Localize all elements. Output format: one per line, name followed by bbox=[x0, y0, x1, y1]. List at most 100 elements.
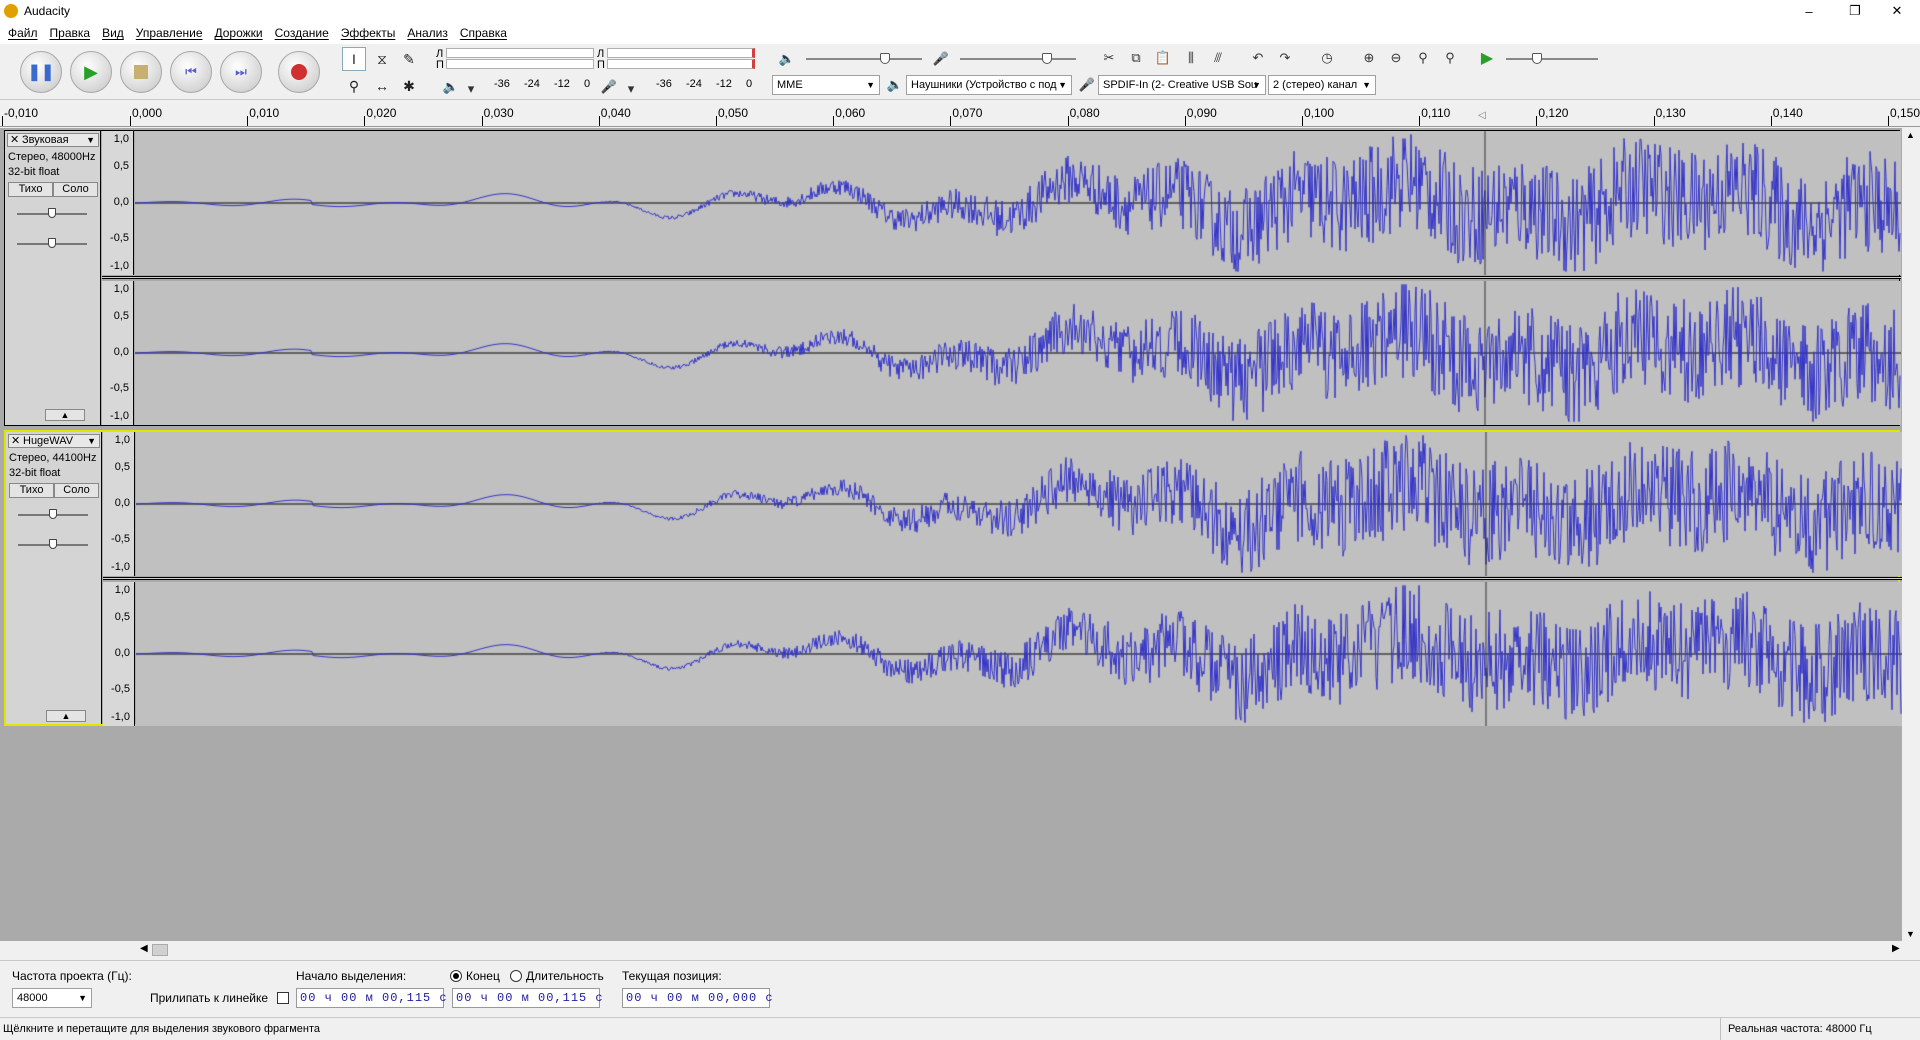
gain-thumb[interactable] bbox=[48, 208, 56, 218]
copy-icon[interactable]: ⧉ bbox=[1125, 47, 1147, 69]
close-track-icon[interactable]: ✕ bbox=[10, 134, 19, 146]
recording-meter-left[interactable] bbox=[446, 48, 594, 58]
scroll-up-icon[interactable]: ▲ bbox=[1906, 130, 1915, 140]
timeline-ruler[interactable]: -0,010 0,000 0,010 0,020 0,030 0,040 0,050 0,06… bbox=[0, 101, 1920, 127]
fit-selection-icon[interactable]: ⚲ bbox=[1412, 47, 1434, 69]
playback-meter-right[interactable] bbox=[607, 59, 755, 69]
waveform-canvas[interactable] bbox=[135, 131, 1901, 275]
audio-host-select[interactable]: MME ▼ bbox=[772, 75, 880, 95]
input-device-select[interactable]: SPDIF-In (2- Creative USB Sou ▼ bbox=[1098, 75, 1266, 95]
menu-view[interactable]: Вид bbox=[96, 26, 130, 40]
pan-thumb[interactable] bbox=[49, 539, 57, 549]
playhead-marker-icon[interactable]: ◁ bbox=[1478, 110, 1486, 121]
end-radio[interactable] bbox=[450, 970, 462, 982]
output-device-select[interactable]: Наушники (Устройство с под ▼ bbox=[906, 75, 1072, 95]
maximize-button[interactable]: ❐ bbox=[1832, 0, 1878, 22]
skip-start-button[interactable]: ⏮ bbox=[170, 51, 212, 93]
selection-end-field[interactable]: 00 ч 00 м 00,115 с bbox=[452, 988, 603, 1008]
menu-file[interactable]: Файл bbox=[2, 26, 44, 40]
playback-meter-left[interactable] bbox=[607, 48, 755, 58]
waveform-channel[interactable] bbox=[135, 131, 1901, 275]
sync-lock-icon[interactable]: ◷ bbox=[1316, 47, 1338, 69]
audio-track[interactable]: ✕ HugeWAV ▼ Стерео, 44100Hz 32-bit float Тихо… bbox=[4, 430, 1902, 726]
input-channels-select[interactable]: 2 (стерео) канал ▼ bbox=[1268, 75, 1376, 95]
length-radio[interactable] bbox=[510, 970, 522, 982]
close-button[interactable]: ✕ bbox=[1874, 0, 1920, 22]
vertical-scrollbar[interactable]: ▲ ▼ bbox=[1902, 128, 1920, 941]
trim-icon[interactable]: ⫼ bbox=[1180, 47, 1202, 69]
track-control-panel[interactable]: ✕ Звуковая ▼ Стерео, 48000Hz 32-bit float Тих… bbox=[5, 131, 101, 425]
minimize-button[interactable]: – bbox=[1786, 0, 1832, 22]
waveform-canvas[interactable] bbox=[136, 432, 1902, 576]
selection-tool[interactable]: I bbox=[342, 47, 366, 71]
project-rate-select[interactable]: 48000 ▼ bbox=[12, 988, 92, 1008]
menu-generate[interactable]: Создание bbox=[269, 26, 335, 40]
solo-button[interactable]: Соло bbox=[54, 483, 99, 498]
input-volume-slider[interactable] bbox=[960, 58, 1076, 60]
output-volume-slider[interactable] bbox=[806, 58, 922, 60]
waveform-channel[interactable] bbox=[136, 582, 1902, 726]
paste-icon[interactable]: 📋 bbox=[1152, 47, 1174, 69]
audio-track[interactable]: ✕ Звуковая ▼ Стерео, 48000Hz 32-bit float Тих… bbox=[4, 130, 1901, 426]
horizontal-scrollbar[interactable]: ◀ ▶ bbox=[0, 941, 1920, 959]
waveform-channel[interactable] bbox=[136, 432, 1902, 576]
track-control-panel[interactable]: ✕ HugeWAV ▼ Стерео, 44100Hz 32-bit float Тихо… bbox=[6, 432, 102, 724]
draw-tool[interactable]: ✎ bbox=[397, 47, 421, 71]
play-meter-menu-icon[interactable]: ▾ bbox=[460, 78, 482, 100]
output-volume-thumb[interactable] bbox=[880, 53, 890, 64]
menu-edit[interactable]: Правка bbox=[44, 26, 97, 40]
collapse-track-button[interactable]: ▲ bbox=[46, 710, 86, 722]
gain-thumb[interactable] bbox=[49, 509, 57, 519]
fit-project-icon[interactable]: ⚲ bbox=[1439, 47, 1461, 69]
waveform-channel[interactable] bbox=[135, 281, 1901, 425]
track-name-menu[interactable]: ✕ HugeWAV ▼ bbox=[8, 434, 100, 448]
skip-end-button[interactable]: ⏭ bbox=[220, 51, 262, 93]
selection-start-field[interactable]: 00 ч 00 м 00,115 с bbox=[296, 988, 447, 1008]
input-volume-thumb[interactable] bbox=[1042, 53, 1052, 64]
waveform-canvas[interactable] bbox=[136, 582, 1902, 726]
menu-transport[interactable]: Управление bbox=[130, 26, 209, 40]
rec-meter-menu-icon[interactable]: ▾ bbox=[620, 78, 642, 100]
scroll-down-icon[interactable]: ▼ bbox=[1906, 929, 1915, 939]
amplitude-scale[interactable]: 1,0 0,5 0,0 -0,5 -1,0 bbox=[102, 131, 134, 275]
envelope-tool[interactable]: ⧖ bbox=[370, 47, 394, 71]
scroll-left-icon[interactable]: ◀ bbox=[140, 943, 148, 954]
amplitude-scale[interactable]: 1,0 0,5 0,0 -0,5 -1,0 bbox=[103, 432, 135, 576]
track-area[interactable]: ✕ Звуковая ▼ Стерео, 48000Hz 32-bit float Тих… bbox=[0, 128, 1902, 941]
audio-position-field[interactable]: 00 ч 00 м 00,000 с bbox=[622, 988, 773, 1008]
multi-tool[interactable]: ✱ bbox=[397, 74, 421, 98]
collapse-track-button[interactable]: ▲ bbox=[45, 409, 85, 421]
undo-icon[interactable]: ↶ bbox=[1247, 47, 1269, 69]
silence-icon[interactable]: ⫻ bbox=[1207, 47, 1229, 69]
record-button[interactable] bbox=[278, 51, 320, 93]
play-speed-slider[interactable] bbox=[1506, 58, 1598, 60]
track-name-menu[interactable]: ✕ Звуковая ▼ bbox=[7, 133, 99, 147]
snap-to-checkbox[interactable] bbox=[277, 992, 289, 1004]
mute-button[interactable]: Тихо bbox=[9, 483, 54, 498]
menu-effects[interactable]: Эффекты bbox=[335, 26, 402, 40]
timeshift-tool[interactable]: ↔ bbox=[370, 74, 394, 98]
stop-button[interactable] bbox=[120, 51, 162, 93]
amplitude-scale[interactable]: 1,0 0,5 0,0 -0,5 -1,0 bbox=[103, 582, 135, 726]
mute-button[interactable]: Тихо bbox=[8, 182, 53, 197]
menu-tracks[interactable]: Дорожки bbox=[209, 26, 269, 40]
horizontal-scroll-thumb[interactable] bbox=[152, 944, 168, 956]
scroll-right-icon[interactable]: ▶ bbox=[1892, 943, 1900, 954]
cut-icon[interactable]: ✂ bbox=[1098, 47, 1120, 69]
menu-help[interactable]: Справка bbox=[454, 26, 513, 40]
waveform-canvas[interactable] bbox=[135, 281, 1901, 425]
amplitude-scale[interactable]: 1,0 0,5 0,0 -0,5 -1,0 bbox=[102, 281, 134, 425]
menu-analyze[interactable]: Анализ bbox=[401, 26, 454, 40]
redo-icon[interactable]: ↷ bbox=[1274, 47, 1296, 69]
zoom-out-icon[interactable]: ⊖ bbox=[1385, 47, 1407, 69]
play-speed-thumb[interactable] bbox=[1532, 53, 1542, 64]
zoom-tool[interactable]: ⚲ bbox=[342, 74, 366, 98]
close-track-icon[interactable]: ✕ bbox=[11, 435, 20, 447]
recording-meter-right[interactable] bbox=[446, 59, 594, 69]
solo-button[interactable]: Соло bbox=[53, 182, 98, 197]
play-button[interactable]: ▶ bbox=[70, 51, 112, 93]
play-at-speed-icon[interactable]: ▶ bbox=[1476, 47, 1498, 69]
zoom-in-icon[interactable]: ⊕ bbox=[1358, 47, 1380, 69]
pan-thumb[interactable] bbox=[48, 238, 56, 248]
pause-button[interactable]: ❚❚ bbox=[20, 51, 62, 93]
